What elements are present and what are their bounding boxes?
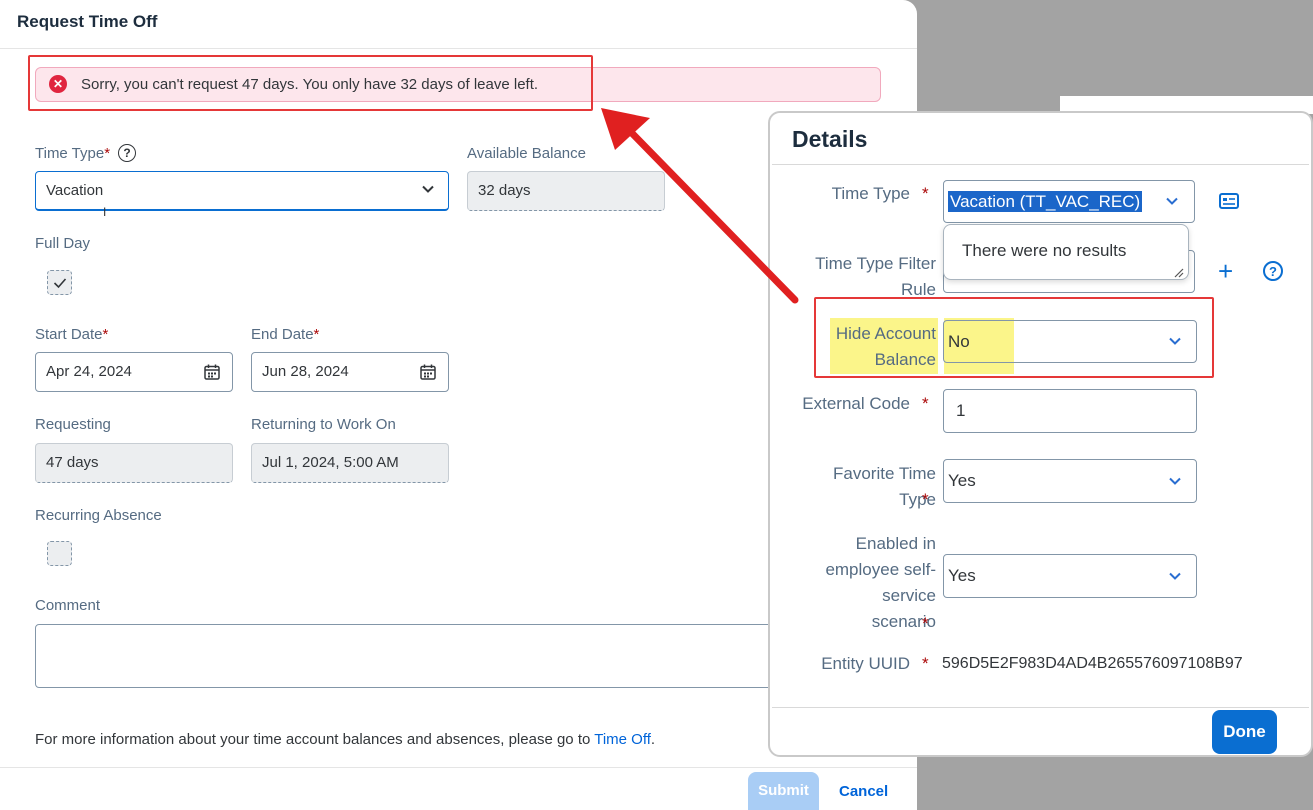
annotation-arrow: [601, 108, 799, 304]
